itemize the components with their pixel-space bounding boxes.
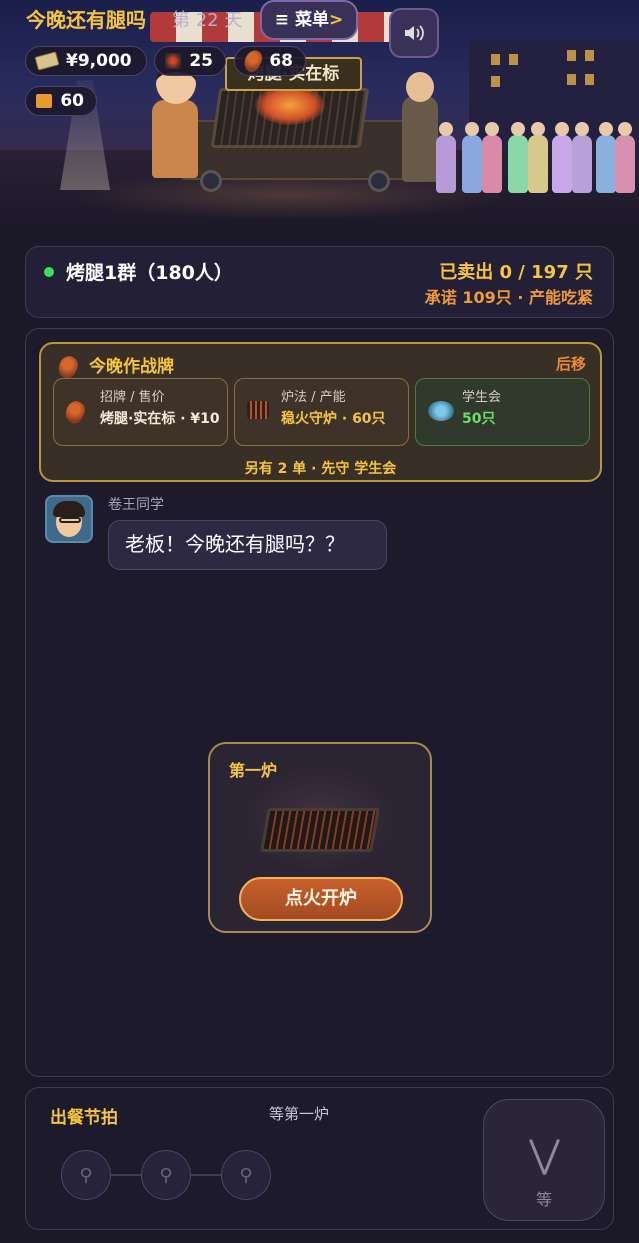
battle-plan-footer: 另有 2 单 · 先守 学生会: [244, 461, 397, 477]
main-panel: 今晚作战牌 后移 招牌 / 售价 烤腿·实在标 · ¥10 炉法 / 产能 稳火…: [25, 328, 614, 1077]
drumstick-icon: ⚲: [239, 1164, 253, 1186]
cart-wheel: [200, 170, 222, 192]
fire-glow: [255, 85, 325, 125]
slot-label: 学生会: [462, 390, 502, 405]
beat-slot: ⚲: [141, 1150, 191, 1200]
money-icon: [34, 51, 60, 71]
rhythm-status: 等第一炉: [269, 1105, 330, 1123]
drumstick-icon: [61, 397, 89, 427]
coal-icon: [165, 53, 182, 69]
money-stat: ¥9,000: [25, 46, 147, 76]
chevron-right-icon: >: [328, 10, 344, 30]
queue-student: [462, 122, 482, 193]
online-status-dot: [44, 267, 54, 277]
menu-button[interactable]: ≡ 菜单>: [260, 0, 358, 40]
avatar: [45, 495, 93, 543]
group-name: 烤腿1群（180人）: [66, 262, 233, 284]
coal-stat: 25: [154, 46, 226, 76]
drumstick-icon: ⚲: [159, 1164, 173, 1186]
queue-student: [508, 122, 528, 193]
ticket-stat: 60: [25, 86, 97, 116]
battle-plan-card: 今晚作战牌 后移 招牌 / 售价 烤腿·实在标 · ¥10 炉法 / 产能 稳火…: [39, 342, 602, 482]
queue-student: [615, 122, 635, 193]
promise-status: 承诺 109只 · 产能吃紧: [424, 288, 593, 307]
serving-rhythm-panel: 出餐节拍 等第一炉 ⚲ ⚲ ⚲ 等: [25, 1087, 614, 1230]
legs-stat: 68: [234, 46, 306, 76]
light-stove-button[interactable]: 点火开炉: [239, 877, 403, 921]
legs-value: 68: [269, 51, 293, 71]
slot-value: 烤腿·实在标 · ¥10: [100, 411, 220, 427]
slot-label: 炉法 / 产能: [281, 390, 346, 405]
sold-counter: 已卖出 0 / 197 只: [439, 262, 593, 283]
wait-button[interactable]: 等: [483, 1099, 605, 1221]
drumstick-icon: [240, 47, 266, 75]
stove-title: 第一炉: [229, 761, 278, 780]
queue-student: [528, 122, 548, 193]
battle-plan-title: 今晚作战牌: [89, 357, 174, 377]
speaker-icon: [405, 25, 424, 41]
stove-card: 第一炉 点火开炉: [208, 742, 432, 933]
rhythm-title: 出餐节拍: [50, 1108, 118, 1128]
council-icon: [428, 401, 454, 421]
ticket-value: 60: [60, 91, 84, 111]
slot-label: 招牌 / 售价: [100, 390, 165, 405]
slot-student-council[interactable]: 学生会 50只: [415, 378, 590, 446]
chat-bubble: 老板！今晚还有腿吗？？: [108, 520, 387, 570]
slot-value: 50只: [462, 411, 496, 427]
move-back-button[interactable]: 后移: [556, 353, 586, 374]
game-title: 今晚还有腿吗: [26, 8, 146, 32]
coal-value: 25: [189, 51, 213, 71]
grill-icon: [247, 401, 269, 419]
group-status-bar: 烤腿1群（180人） 已卖出 0 / 197 只 承诺 109只 · 产能吃紧: [25, 246, 614, 318]
drumstick-icon: ⚲: [79, 1164, 93, 1186]
menu-icon: ≡: [274, 10, 290, 30]
old-man-character: [402, 96, 438, 182]
money-value: ¥9,000: [66, 51, 132, 71]
queue-student: [596, 122, 616, 193]
beat-slot: ⚲: [61, 1150, 111, 1200]
queue-student: [436, 122, 456, 193]
slot-stove-method[interactable]: 炉法 / 产能 稳火守炉 · 60只: [234, 378, 409, 446]
slot-signboard-price[interactable]: 招牌 / 售价 烤腿·实在标 · ¥10: [53, 378, 228, 446]
cart-wheel: [368, 170, 390, 192]
queue-student: [482, 122, 502, 193]
chef-character: [152, 100, 198, 178]
queue-student: [552, 122, 572, 193]
ticket-icon: [36, 94, 53, 108]
sound-button[interactable]: [389, 8, 439, 58]
wait-label: 等: [535, 1190, 552, 1209]
menu-label: 菜单: [294, 10, 329, 30]
day-counter: 第 22 天: [172, 10, 243, 31]
slot-value: 稳火守炉 · 60只: [281, 411, 386, 427]
beat-slot: ⚲: [221, 1150, 271, 1200]
speaker-name: 卷王同学: [108, 497, 164, 513]
grill-icon: [260, 808, 380, 852]
chopsticks-icon: [528, 1138, 562, 1178]
drumstick-icon: [54, 352, 82, 382]
queue-student: [572, 122, 592, 193]
